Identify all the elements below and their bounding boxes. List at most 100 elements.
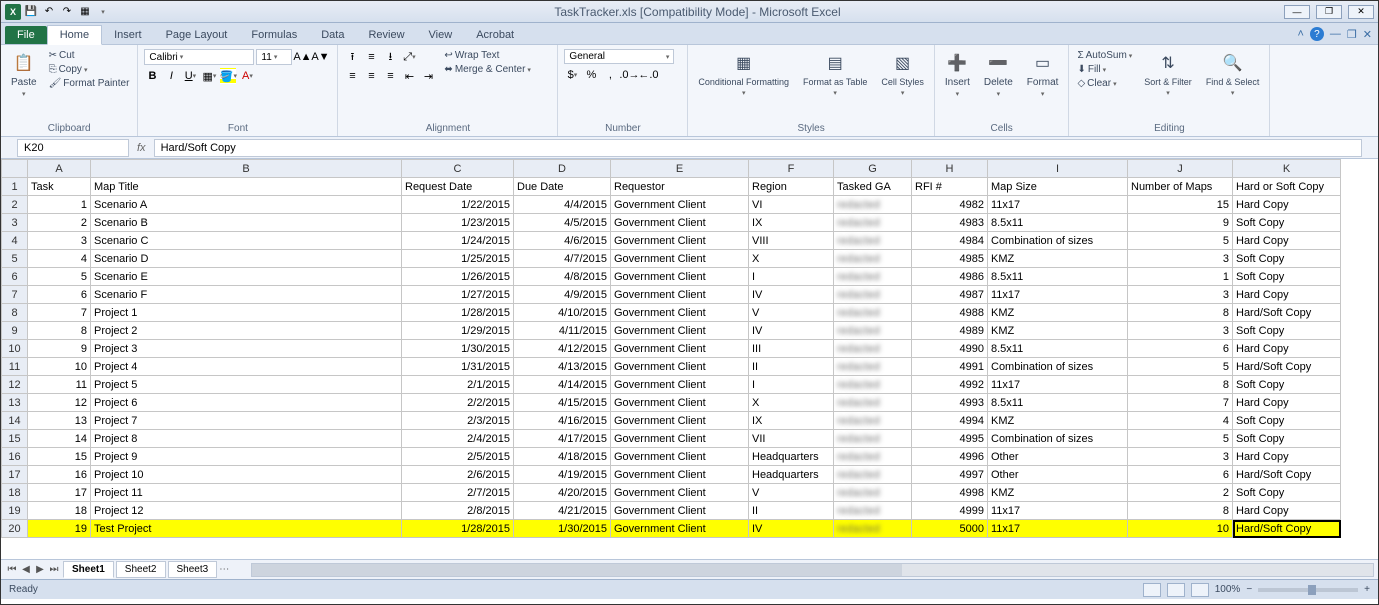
cell[interactable]: Hard or Soft Copy — [1233, 178, 1341, 196]
conditional-formatting-button[interactable]: ▦Conditional Formatting▾ — [694, 49, 793, 99]
sheet-tab-sheet2[interactable]: Sheet2 — [116, 561, 166, 578]
row-header-20[interactable]: 20 — [2, 520, 28, 538]
indent-decrease-icon[interactable]: ⇤ — [401, 68, 417, 84]
cell[interactable]: redacted — [834, 196, 912, 214]
cell[interactable]: Government Client — [611, 286, 749, 304]
cell[interactable]: 4/5/2015 — [514, 214, 611, 232]
comma-icon[interactable]: , — [602, 67, 618, 83]
cell[interactable]: Request Date — [402, 178, 514, 196]
cell[interactable]: I — [749, 268, 834, 286]
tab-home[interactable]: Home — [47, 25, 102, 45]
page-break-view-icon[interactable] — [1191, 583, 1209, 597]
cell[interactable]: 16 — [28, 466, 91, 484]
cell[interactable]: redacted — [834, 304, 912, 322]
cell[interactable]: 4/12/2015 — [514, 340, 611, 358]
cell[interactable]: redacted — [834, 286, 912, 304]
undo-icon[interactable]: ↶ — [41, 4, 57, 20]
cell[interactable]: 4/6/2015 — [514, 232, 611, 250]
cell[interactable]: 11x17 — [988, 196, 1128, 214]
cell[interactable]: Project 4 — [91, 358, 402, 376]
grow-font-icon[interactable]: A▲ — [294, 49, 310, 65]
row-header-11[interactable]: 11 — [2, 358, 28, 376]
cut-button[interactable]: ✂Cut — [47, 49, 132, 62]
sheet-tab-sheet3[interactable]: Sheet3 — [168, 561, 218, 578]
qat-more-icon[interactable]: ▾ — [95, 4, 111, 20]
cell[interactable]: 4999 — [912, 502, 988, 520]
cell[interactable]: 15 — [1128, 196, 1233, 214]
italic-button[interactable]: I — [163, 68, 179, 84]
orientation-icon[interactable]: ⤢▾ — [401, 49, 417, 65]
cell[interactable]: Map Title — [91, 178, 402, 196]
sort-filter-button[interactable]: ⇅Sort & Filter▾ — [1140, 49, 1196, 99]
minimize-button[interactable]: — — [1284, 5, 1310, 19]
align-middle-icon[interactable]: ≡ — [363, 49, 379, 65]
cell[interactable]: 4/21/2015 — [514, 502, 611, 520]
cell[interactable]: 2/4/2015 — [402, 430, 514, 448]
cell[interactable]: Requestor — [611, 178, 749, 196]
cell[interactable]: II — [749, 358, 834, 376]
cell[interactable]: 4/15/2015 — [514, 394, 611, 412]
worksheet-grid[interactable]: ABCDEFGHIJK1TaskMap TitleRequest DateDue… — [1, 159, 1378, 559]
redo-icon[interactable]: ↷ — [59, 4, 75, 20]
cell[interactable]: 4983 — [912, 214, 988, 232]
cell[interactable]: 8.5x11 — [988, 340, 1128, 358]
cell[interactable]: 6 — [1128, 466, 1233, 484]
indent-increase-icon[interactable]: ⇥ — [420, 68, 436, 84]
cell[interactable]: IV — [749, 286, 834, 304]
tab-insert[interactable]: Insert — [102, 26, 154, 44]
cell[interactable]: redacted — [834, 232, 912, 250]
col-header-H[interactable]: H — [912, 160, 988, 178]
cell[interactable]: 8 — [1128, 376, 1233, 394]
cell[interactable]: redacted — [834, 358, 912, 376]
cell[interactable]: 14 — [28, 430, 91, 448]
cell[interactable]: Due Date — [514, 178, 611, 196]
row-header-4[interactable]: 4 — [2, 232, 28, 250]
cell[interactable]: redacted — [834, 376, 912, 394]
row-header-6[interactable]: 6 — [2, 268, 28, 286]
cell[interactable]: Government Client — [611, 268, 749, 286]
merge-center-button[interactable]: ⬌Merge & Center▾ — [442, 63, 533, 76]
cell[interactable]: Government Client — [611, 232, 749, 250]
cell[interactable]: 3 — [1128, 286, 1233, 304]
col-header-I[interactable]: I — [988, 160, 1128, 178]
shrink-font-icon[interactable]: A▼ — [312, 49, 328, 65]
cell[interactable]: Government Client — [611, 340, 749, 358]
cell[interactable]: 4986 — [912, 268, 988, 286]
cell[interactable]: Task — [28, 178, 91, 196]
cell[interactable]: 4992 — [912, 376, 988, 394]
row-header-19[interactable]: 19 — [2, 502, 28, 520]
cell[interactable]: 4 — [28, 250, 91, 268]
cell[interactable]: IX — [749, 412, 834, 430]
cell[interactable]: 3 — [1128, 250, 1233, 268]
cell[interactable]: 11x17 — [988, 286, 1128, 304]
cell[interactable]: IV — [749, 520, 834, 538]
cell[interactable]: 4987 — [912, 286, 988, 304]
col-header-B[interactable]: B — [91, 160, 402, 178]
cell[interactable]: 2 — [28, 214, 91, 232]
cell[interactable]: IV — [749, 322, 834, 340]
cell[interactable]: Soft Copy — [1233, 484, 1341, 502]
cell[interactable]: Government Client — [611, 412, 749, 430]
cell[interactable]: V — [749, 304, 834, 322]
cell[interactable]: 4991 — [912, 358, 988, 376]
wrap-text-button[interactable]: ↩Wrap Text — [442, 49, 533, 62]
align-left-icon[interactable]: ≡ — [344, 68, 360, 84]
qat-custom-icon[interactable]: ▦ — [77, 4, 93, 20]
cell[interactable]: 11 — [28, 376, 91, 394]
cell[interactable]: VIII — [749, 232, 834, 250]
cell[interactable]: redacted — [834, 484, 912, 502]
align-top-icon[interactable]: ⭱ — [344, 49, 360, 65]
cell[interactable]: Government Client — [611, 466, 749, 484]
decrease-decimal-icon[interactable]: ←.0 — [640, 67, 656, 83]
cell[interactable]: Hard/Soft Copy — [1233, 466, 1341, 484]
col-header-J[interactable]: J — [1128, 160, 1233, 178]
cell[interactable]: Number of Maps — [1128, 178, 1233, 196]
cell[interactable]: Project 6 — [91, 394, 402, 412]
row-header-9[interactable]: 9 — [2, 322, 28, 340]
col-header-E[interactable]: E — [611, 160, 749, 178]
cell[interactable]: Government Client — [611, 358, 749, 376]
cell[interactable]: Hard/Soft Copy — [1233, 304, 1341, 322]
cell[interactable]: Hard/Soft Copy — [1233, 520, 1341, 538]
select-all-corner[interactable] — [2, 160, 28, 178]
cell[interactable]: 1/23/2015 — [402, 214, 514, 232]
